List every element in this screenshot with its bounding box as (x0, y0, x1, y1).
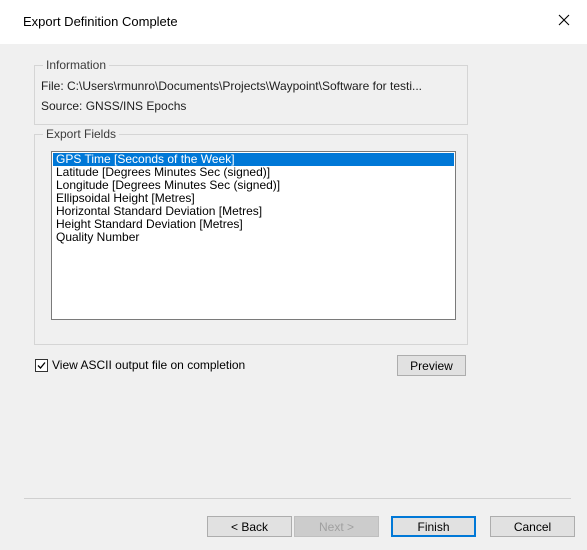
checkmark-icon (37, 361, 46, 369)
finish-button[interactable]: Finish (391, 516, 476, 537)
view-ascii-label: View ASCII output file on completion (52, 358, 246, 372)
export-fields-listbox[interactable]: GPS Time [Seconds of the Week] Latitude … (51, 151, 456, 320)
source-text: Source: GNSS/INS Epochs (41, 99, 187, 113)
close-button[interactable] (541, 0, 587, 40)
information-legend: Information (43, 58, 110, 72)
footer-divider (24, 498, 571, 499)
view-ascii-option[interactable]: View ASCII output file on completion (35, 358, 245, 372)
back-button[interactable]: < Back (207, 516, 292, 537)
preview-button[interactable]: Preview (397, 355, 466, 376)
next-button[interactable]: Next > (294, 516, 379, 537)
export-fields-legend: Export Fields (43, 127, 120, 141)
view-ascii-checkbox[interactable] (35, 358, 48, 372)
cancel-button[interactable]: Cancel (490, 516, 575, 537)
file-path-text: File: C:\Users\rmunro\Documents\Projects… (41, 79, 423, 93)
list-item[interactable]: Quality Number (53, 231, 454, 244)
close-icon (558, 14, 570, 26)
information-group: Information File: C:\Users\rmunro\Docume… (34, 58, 468, 125)
title-bar: Export Definition Complete (0, 0, 587, 44)
export-fields-group: Export Fields GPS Time [Seconds of the W… (34, 127, 468, 345)
window-title: Export Definition Complete (23, 14, 178, 29)
